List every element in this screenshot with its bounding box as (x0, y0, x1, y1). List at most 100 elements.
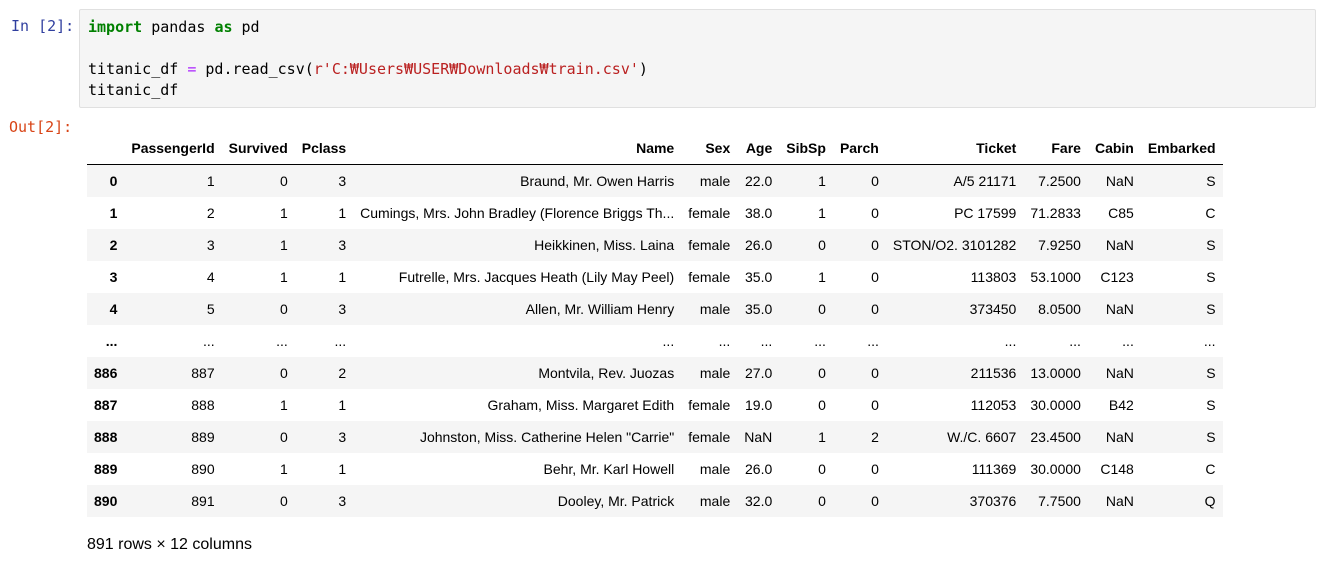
table-cell: NaN (1105, 429, 1134, 445)
table-cell: ... (1004, 333, 1017, 349)
input-prompt: In [2]: (11, 17, 75, 35)
table-cell: 1 (818, 173, 826, 189)
table-cell: 0 (871, 397, 879, 413)
table-cell: NaN (1105, 301, 1134, 317)
table-cell: 0 (818, 397, 826, 413)
table-row: 886 887 0 2 Montvila, Rev. Juozas male 27.0 0 0 2… (87, 357, 1223, 389)
table-cell: Q (1204, 493, 1216, 509)
row-index: 886 (94, 365, 118, 381)
table-cell: 32.0 (745, 493, 773, 509)
table-cell: 370376 (969, 493, 1017, 509)
table-cell: 2 (206, 205, 215, 221)
table-cell: ... (760, 333, 773, 349)
column-header: SibSp (779, 131, 833, 165)
row-index: 4 (109, 301, 118, 317)
table-cell: C148 (1100, 461, 1134, 477)
table-cell: 1 (279, 461, 288, 477)
table-cell: ... (867, 333, 879, 349)
column-header: Ticket (885, 131, 1024, 165)
column-header: Fare (1023, 131, 1088, 165)
table-cell: 0 (818, 461, 826, 477)
table-cell: 3 (338, 173, 347, 189)
table-cell: 0 (871, 269, 879, 285)
code-keyword-as: as (214, 18, 233, 36)
table-cell: 35.0 (745, 269, 773, 285)
table-cell: 8.0500 (1038, 301, 1081, 317)
table-cell: 1 (279, 397, 288, 413)
table-cell: NaN (1105, 237, 1134, 253)
output-prompt: Out[2]: (9, 118, 73, 136)
table-cell: Montvila, Rev. Juozas (538, 365, 675, 381)
table-cell: Behr, Mr. Karl Howell (543, 461, 675, 477)
table-cell: 0 (871, 301, 879, 317)
table-cell: female (688, 205, 731, 221)
column-header: Cabin (1087, 131, 1141, 165)
table-cell: C85 (1108, 205, 1134, 221)
table-cell: 0 (818, 365, 826, 381)
table-cell: 2 (338, 365, 347, 381)
table-cell: 4 (206, 269, 215, 285)
table-cell: 1 (338, 269, 347, 285)
code-text: pd.read_csv( (196, 60, 314, 78)
table-cell: 3 (338, 301, 347, 317)
table-cell: 889 (191, 429, 215, 445)
table-cell: C (1205, 205, 1216, 221)
table-cell: ... (334, 333, 347, 349)
table-cell: 1 (338, 205, 347, 221)
code-text: pandas (142, 18, 215, 36)
table-cell: female (688, 237, 731, 253)
code-text: pd (232, 18, 260, 36)
table-cell: 35.0 (745, 301, 773, 317)
code-editor[interactable]: import pandas as pd titanic_df = pd.read… (88, 17, 648, 101)
table-cell: female (688, 429, 731, 445)
table-cell: 0 (818, 493, 826, 509)
table-cell: PC 17599 (954, 205, 1017, 221)
table-cell: 0 (871, 205, 879, 221)
table-cell: C (1205, 461, 1216, 477)
row-index: ... (105, 333, 118, 349)
table-cell: Futrelle, Mrs. Jacques Heath (Lily May P… (398, 269, 675, 285)
row-index: 890 (94, 493, 118, 509)
code-text: titanic_df (88, 60, 188, 78)
table-body: 0 1 0 3 Braund, Mr. Owen Harris male 22.0 1 0 A/5… (87, 164, 1223, 517)
table-cell: 1 (818, 269, 826, 285)
table-cell: 1 (818, 205, 826, 221)
table-cell: 1 (279, 237, 288, 253)
table-cell: Graham, Miss. Margaret Edith (487, 397, 675, 413)
table-cell: S (1206, 173, 1216, 189)
table-cell: 0 (871, 461, 879, 477)
table-cell: 890 (191, 461, 215, 477)
table-cell: S (1206, 301, 1216, 317)
table-cell: 112053 (970, 397, 1017, 413)
table-cell: 111369 (971, 461, 1017, 477)
table-row: 890 891 0 3 Dooley, Mr. Patrick male 32.0 0 0 370… (87, 485, 1223, 517)
header-row: PassengerId Survived Pclass Name Sex Age SibSp… (87, 131, 1223, 165)
table-cell: NaN (1105, 365, 1134, 381)
table-cell: 0 (279, 301, 288, 317)
code-cell-input[interactable]: import pandas as pd titanic_df = pd.read… (79, 9, 1316, 108)
table-cell: 0 (871, 493, 879, 509)
table-cell: male (699, 365, 731, 381)
table-cell: 7.2500 (1038, 173, 1081, 189)
table-cell: ... (814, 333, 826, 349)
table-cell: 7.7500 (1038, 493, 1081, 509)
table-cell: 887 (191, 365, 215, 381)
row-index: 1 (109, 205, 118, 221)
table-cell: 891 (191, 493, 215, 509)
table-cell: 26.0 (745, 461, 773, 477)
table-cell: male (699, 173, 731, 189)
table-cell: 3 (338, 493, 347, 509)
table-row: 4 5 0 3 Allen, Mr. William Henry male 35.0 0 0 37… (87, 293, 1223, 325)
table-cell: 71.2833 (1030, 205, 1081, 221)
table-cell: 22.0 (745, 173, 773, 189)
output-area: PassengerId Survived Pclass Name Sex Age SibSp… (87, 131, 1307, 517)
column-header: Age (737, 131, 780, 165)
table-cell: W./C. 6607 (947, 429, 1017, 445)
table-cell: 0 (871, 365, 879, 381)
column-header: Survived (221, 131, 295, 165)
table-cell: 2 (871, 429, 879, 445)
row-index: 889 (94, 461, 118, 477)
table-cell: male (699, 461, 731, 477)
column-header: Name (353, 131, 682, 165)
table-cell: 3 (206, 237, 215, 253)
